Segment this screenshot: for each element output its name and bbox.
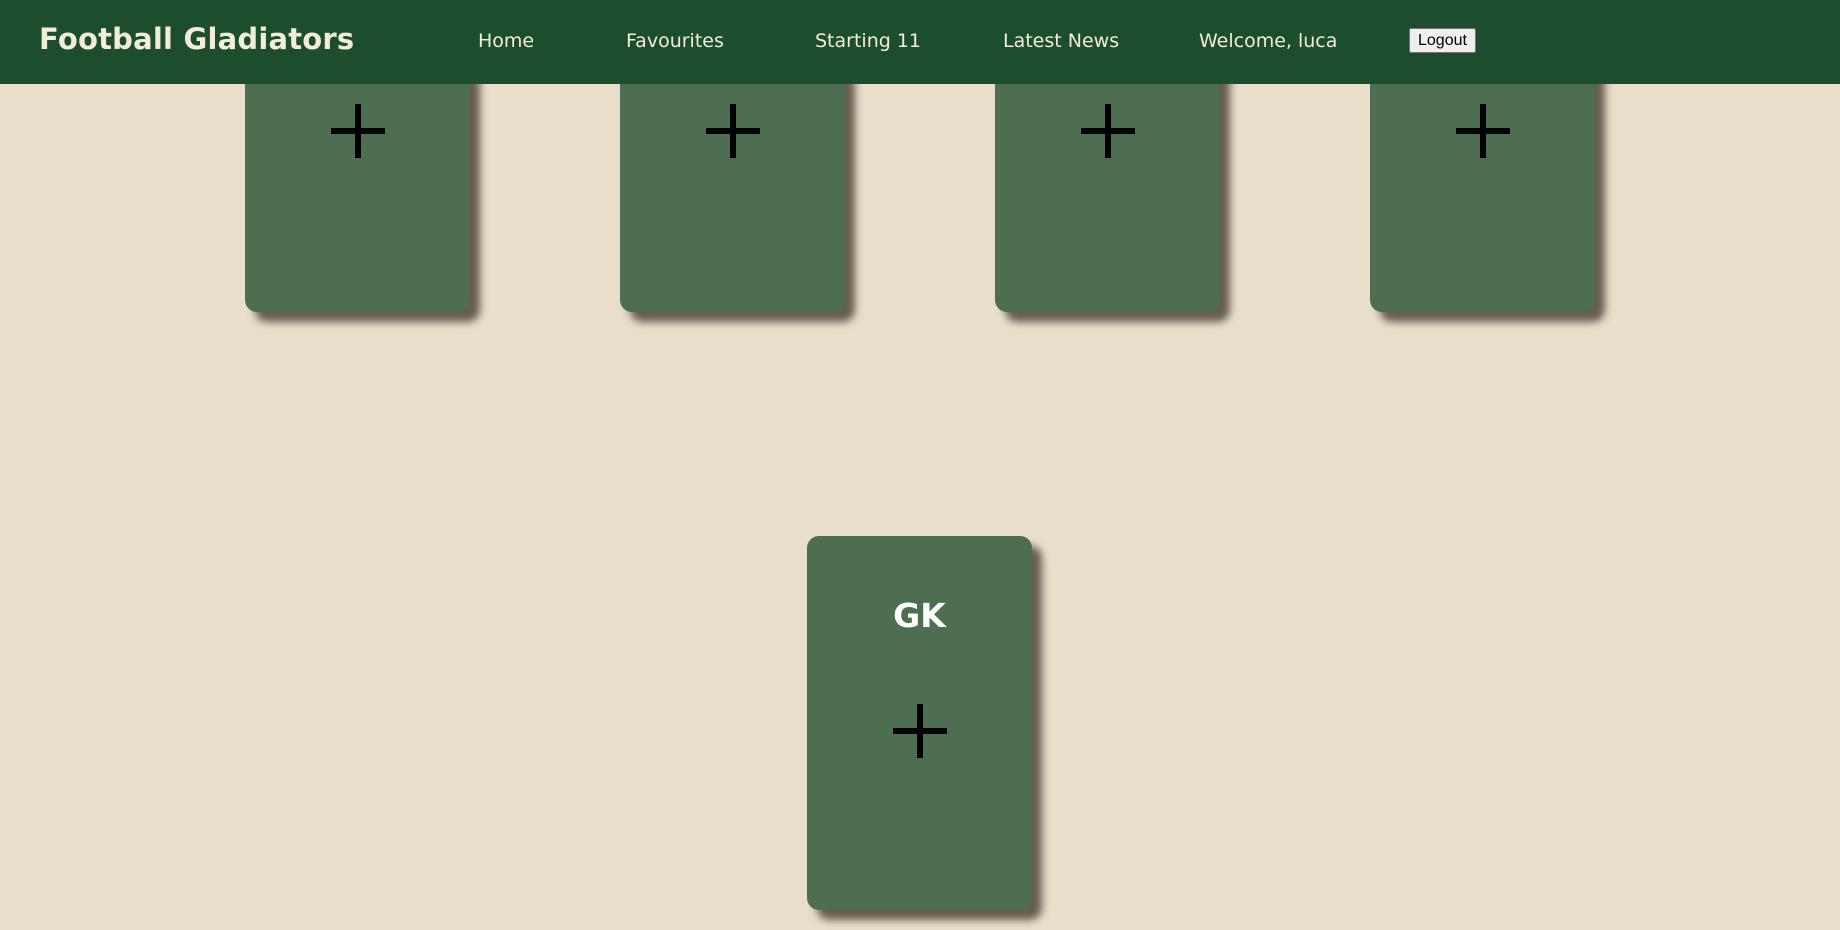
plus-icon — [1081, 104, 1135, 158]
top-navbar: Football Gladiators Home Favourites Star… — [0, 0, 1840, 84]
logout-button[interactable]: Logout — [1409, 28, 1476, 53]
goalkeeper-slot-card[interactable]: GK — [807, 536, 1032, 910]
welcome-message: Welcome, luca — [1199, 30, 1338, 52]
plus-icon — [706, 104, 760, 158]
position-label: GK — [893, 596, 946, 635]
plus-icon — [893, 704, 947, 758]
nav-link-favourites[interactable]: Favourites — [626, 30, 724, 52]
nav-link-latest-news[interactable]: Latest News — [1003, 30, 1119, 52]
site-brand[interactable]: Football Gladiators — [39, 22, 354, 56]
nav-link-starting-11[interactable]: Starting 11 — [815, 30, 921, 52]
plus-icon — [1456, 104, 1510, 158]
nav-link-home[interactable]: Home — [478, 30, 534, 52]
plus-icon — [331, 104, 385, 158]
